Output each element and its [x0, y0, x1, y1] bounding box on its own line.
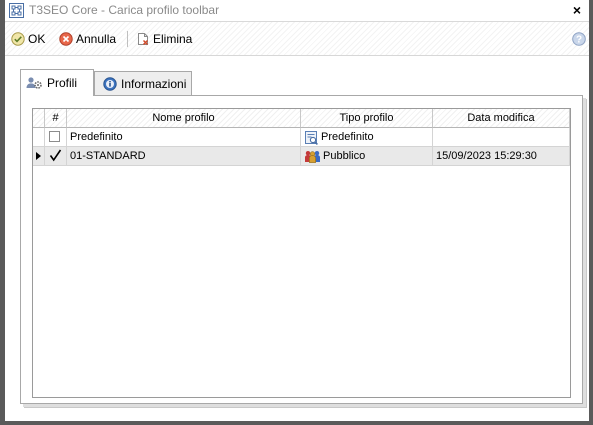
row-checkbox-cell[interactable]	[45, 128, 67, 147]
app-grid-icon	[9, 3, 24, 18]
dialog-window: T3SEO Core - Carica profilo toolbar × OK…	[0, 0, 593, 425]
header-nome-profilo[interactable]: Nome profilo	[67, 109, 301, 128]
annulla-label: Annulla	[76, 32, 117, 46]
row-tipo: Predefinito	[301, 128, 433, 147]
cancel-icon	[59, 32, 73, 46]
header-check[interactable]: #	[45, 109, 67, 128]
row-checkbox[interactable]	[49, 131, 60, 142]
svg-text:?: ?	[576, 35, 582, 46]
header-tipo-profilo[interactable]: Tipo profilo	[301, 109, 433, 128]
delete-document-icon	[138, 33, 149, 46]
current-row-arrow-icon	[36, 152, 41, 160]
row-checkbox-checked-icon[interactable]	[49, 149, 62, 162]
grid-header-row: # Nome profilo Tipo profilo Data modific…	[33, 109, 570, 128]
tab-profili-label: Profili	[47, 76, 78, 90]
elimina-label: Elimina	[153, 32, 193, 46]
table-row[interactable]: 01-STANDARD Pubblico 15/09/2023 15:29:30	[33, 147, 570, 166]
row-data: 15/09/2023 15:29:30	[433, 147, 570, 166]
ok-button[interactable]: OK	[11, 29, 45, 49]
tab-informazioni-label: Informazioni	[121, 77, 187, 91]
row-nome: Predefinito	[67, 128, 301, 147]
annulla-button[interactable]: Annulla	[59, 29, 116, 49]
row-tipo-label: Pubblico	[323, 150, 366, 162]
row-indicator	[33, 147, 45, 166]
profili-panel: # Nome profilo Tipo profilo Data modific…	[20, 95, 583, 404]
row-checkbox-cell[interactable]	[45, 147, 67, 166]
row-tipo: Pubblico	[301, 147, 433, 166]
table-row[interactable]: Predefinito Predefinito	[33, 128, 570, 147]
preset-icon	[305, 130, 318, 145]
title-bar[interactable]: T3SEO Core - Carica profilo toolbar ×	[5, 0, 589, 22]
tab-profili[interactable]: Profili	[20, 69, 94, 96]
header-indicator	[33, 109, 45, 128]
header-data-modifica[interactable]: Data modifica	[433, 109, 570, 128]
window-title: T3SEO Core - Carica profilo toolbar	[29, 3, 220, 17]
profiles-grid: # Nome profilo Tipo profilo Data modific…	[32, 108, 571, 398]
row-data	[433, 128, 570, 147]
elimina-button[interactable]: Elimina	[136, 29, 192, 49]
info-icon	[103, 77, 117, 91]
help-icon[interactable]: ?	[572, 32, 586, 46]
tab-informazioni[interactable]: Informazioni	[94, 71, 192, 96]
ok-check-icon	[11, 32, 25, 46]
close-button[interactable]: ×	[568, 1, 586, 19]
row-tipo-label: Predefinito	[321, 131, 374, 143]
users-group-icon	[305, 150, 320, 163]
row-nome: 01-STANDARD	[67, 147, 301, 166]
toolbar: OK Annulla Elimina ?	[5, 22, 589, 56]
toolbar-separator	[127, 31, 128, 47]
ok-label: OK	[28, 32, 46, 46]
tab-container: Profili Informazioni # Nome profilo Tipo…	[5, 56, 589, 421]
users-settings-icon	[26, 77, 42, 89]
row-indicator	[33, 128, 45, 147]
